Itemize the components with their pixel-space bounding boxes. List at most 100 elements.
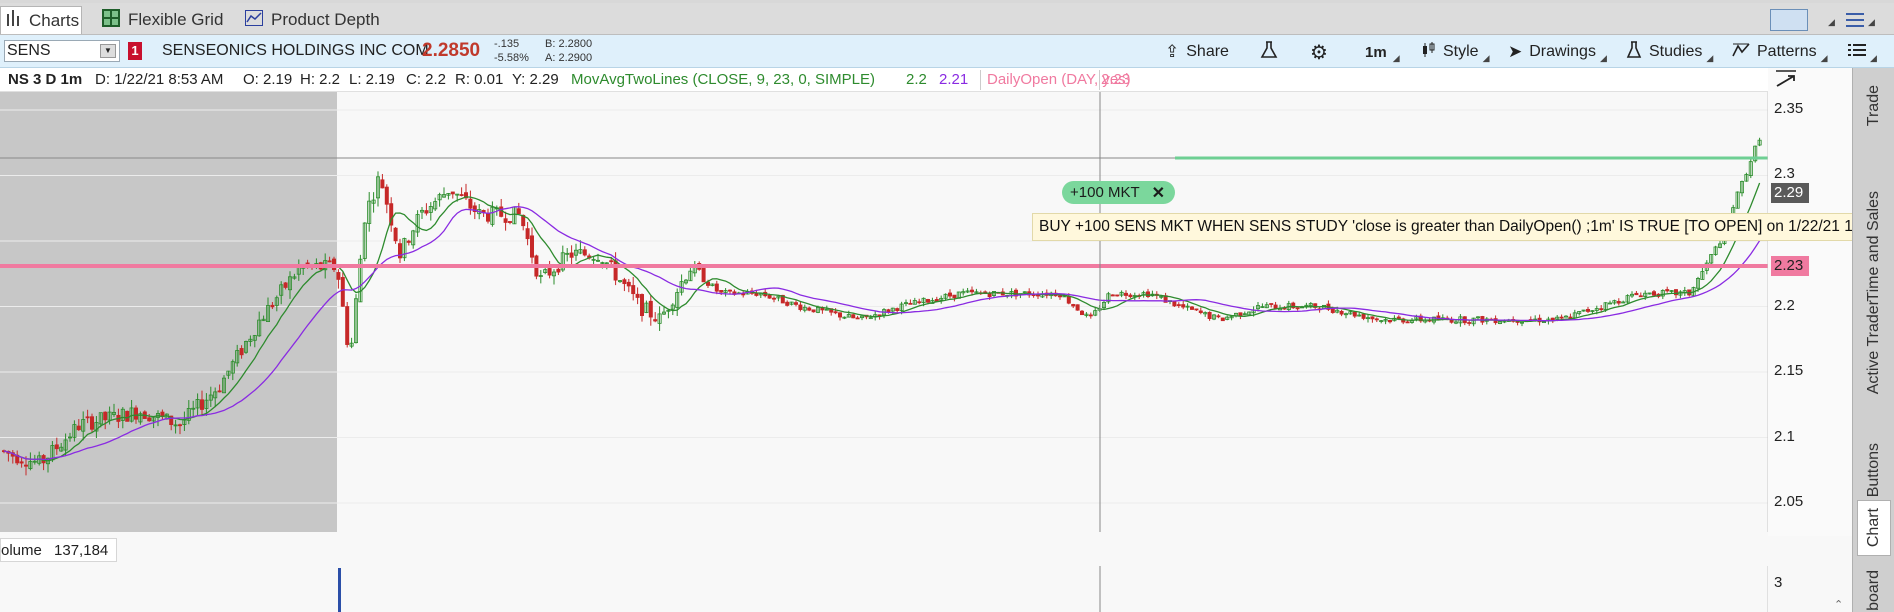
alert-badge[interactable]: 1 [128, 42, 142, 60]
price-axis[interactable]: 2.35 2.3 2.2 2.15 2.1 2.05 2.29 2.23 [1768, 68, 1852, 536]
candle-body [728, 289, 733, 292]
scroll-up-icon[interactable]: ⌃ [1834, 598, 1843, 611]
candle-body [1128, 294, 1133, 298]
candle-body [917, 301, 922, 304]
symbol-input[interactable]: SENS ▼ [4, 40, 120, 62]
candle-body [987, 293, 992, 297]
close-icon[interactable]: ✕ [1152, 183, 1165, 203]
patterns-corner-icon: ◢ [1820, 52, 1828, 63]
candle-body [147, 417, 152, 422]
candle-body [851, 314, 856, 319]
candle-body [283, 282, 288, 288]
candle-body [1361, 313, 1366, 319]
timeframe-label: 1m [1365, 43, 1387, 61]
volume-panel[interactable] [0, 566, 1768, 612]
price-chart[interactable] [0, 92, 1768, 532]
style-button[interactable]: Style ◢ [1420, 39, 1490, 65]
candle-body [1616, 301, 1621, 304]
candle-body [569, 252, 574, 258]
share-icon: ⇪ [1165, 42, 1180, 61]
cursor-icon: ➤ [1508, 42, 1523, 61]
symbol-text: SENS [7, 42, 51, 59]
candle-body [701, 267, 706, 283]
candle-body [1124, 292, 1129, 296]
candle-body [767, 295, 772, 299]
share-button[interactable]: ⇪ Share [1165, 39, 1229, 65]
candle-body [1066, 296, 1071, 304]
candle-body [1665, 289, 1670, 292]
chevron-down-icon[interactable]: ▼ [100, 44, 116, 58]
timeframe-button[interactable]: 1m ◢ [1365, 39, 1400, 65]
style-label: Style [1443, 43, 1479, 60]
chart-menu-corner-icon: ◢ [1870, 52, 1877, 63]
study-movavg[interactable]: MovAvgTwoLines (CLOSE, 9, 23, 0, SIMPLE) [571, 71, 875, 88]
drawings-button[interactable]: ➤ Drawings ◢ [1508, 39, 1607, 65]
sidebar-tab-trade[interactable]: Trade [1857, 72, 1891, 140]
share-label: Share [1186, 43, 1229, 60]
candle-body [103, 411, 108, 421]
y-value: Y: 2.29 [512, 71, 559, 88]
candle-body [653, 319, 658, 322]
layout-menu-corner-icon[interactable]: ◢ [1828, 17, 1835, 28]
flask-button[interactable] [1260, 39, 1278, 65]
candle-body [1176, 304, 1181, 307]
patterns-button[interactable]: Patterns ◢ [1732, 39, 1828, 65]
candle-body [177, 424, 182, 427]
candle-body [1110, 294, 1115, 297]
candle-body [1146, 291, 1151, 297]
candle-body [547, 268, 552, 276]
order-pill-label: +100 MKT [1070, 184, 1140, 201]
candle-body [811, 309, 816, 313]
sidebar-tab-chart[interactable]: Chart [1857, 500, 1891, 556]
menu-icon [1848, 42, 1866, 63]
chart-expand-icon[interactable] [1772, 68, 1800, 90]
candle-body [1370, 316, 1375, 320]
grid-icon [102, 8, 120, 32]
candle-body [833, 311, 838, 314]
candle-body [199, 399, 204, 410]
candle-body [609, 260, 614, 263]
chart-spec[interactable]: NS 3 D 1m [8, 71, 82, 88]
candle-body [270, 304, 275, 308]
candle-body [19, 461, 24, 464]
order-tooltip: BUY +100 SENS MKT WHEN SENS STUDY 'close… [1032, 213, 1894, 241]
candle-body [1480, 316, 1485, 323]
settings-button[interactable]: ⚙ [1310, 39, 1328, 65]
candle-body [556, 268, 561, 273]
bar-date: D: 1/22/21 8:53 AM [95, 71, 224, 88]
order-pill[interactable]: +100 MKT ✕ [1062, 181, 1175, 204]
candle-body [1352, 311, 1357, 317]
candle-body [1080, 310, 1085, 316]
tab-product-depth[interactable]: Product Depth [245, 6, 395, 34]
candle-body [807, 307, 812, 311]
candle-body [85, 416, 90, 419]
candle-body [1115, 294, 1120, 297]
chart-menu-button[interactable]: ◢ [1848, 39, 1877, 65]
volume-value: 137,184 [54, 542, 109, 559]
candle-body [1194, 308, 1199, 311]
candle-body [1071, 304, 1076, 307]
tab-charts[interactable]: Charts [0, 6, 82, 34]
studies-button[interactable]: Studies ◢ [1626, 39, 1713, 65]
sidebar-tab-active-trader[interactable]: Active Trader [1857, 281, 1891, 413]
candle-body [1216, 315, 1221, 318]
price-change-pct: -5.58% [494, 52, 529, 64]
candle-body [926, 299, 931, 303]
tab-menu-corner-icon[interactable]: ◢ [1868, 17, 1875, 28]
current-price-label: 2.29 [1771, 183, 1809, 203]
candle-body [1273, 304, 1278, 310]
sidebar-tab-dashboard[interactable]: board [1857, 568, 1891, 612]
layout-selector[interactable] [1770, 9, 1808, 31]
candle-body [530, 235, 535, 258]
tab-label: Charts [29, 10, 80, 30]
pattern-icon [1732, 42, 1750, 63]
candle-body [1559, 316, 1564, 319]
volume-label: olume [1, 542, 42, 559]
tab-flexible-grid[interactable]: Flexible Grid [102, 6, 232, 34]
candle-body [507, 221, 512, 223]
candle-body [1269, 303, 1274, 305]
sidebar-tab-label: Active Trader [1865, 299, 1882, 395]
volume-label-box[interactable]: olume 137,184 [0, 538, 118, 562]
grid-menu-icon[interactable] [1846, 12, 1864, 28]
candle-body [1181, 304, 1186, 308]
